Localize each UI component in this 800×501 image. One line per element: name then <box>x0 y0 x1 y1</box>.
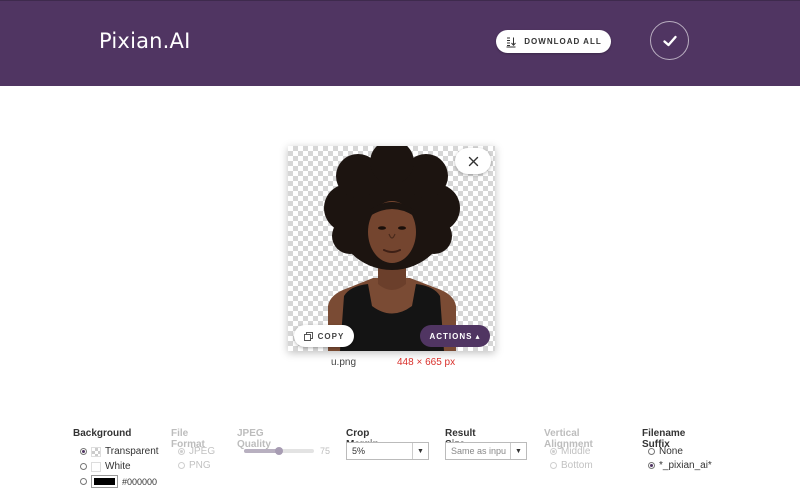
filename-suffix-option-pixian[interactable]: *_pixian_ai* <box>648 460 712 471</box>
brand-logo[interactable]: Pixian.AI <box>99 29 191 53</box>
remove-image-button[interactable] <box>455 148 491 174</box>
confirm-button[interactable] <box>650 21 689 60</box>
download-all-button[interactable]: DOWNLOAD ALL <box>496 30 611 53</box>
radio-pixian-suffix[interactable] <box>648 462 655 469</box>
file-format-option-png[interactable]: PNG <box>178 460 211 471</box>
transparent-swatch-icon <box>91 446 101 457</box>
jpeg-quality-slider[interactable] <box>244 447 314 455</box>
caret-up-icon: ▴ <box>475 331 481 341</box>
file-dimensions: 448 × 665 px <box>397 357 456 368</box>
actions-label: ACTIONS <box>429 331 473 341</box>
background-option-white[interactable]: White <box>80 461 131 472</box>
background-option-color[interactable]: #000000 <box>80 475 157 488</box>
bottom-label: Bottom <box>561 460 593 471</box>
copy-label: COPY <box>317 331 345 341</box>
radio-jpeg[interactable] <box>178 448 185 455</box>
radio-png[interactable] <box>178 462 185 469</box>
vertical-alignment-option-bottom[interactable]: Bottom <box>550 460 593 471</box>
result-size-value: Same as inpu <box>451 446 507 456</box>
radio-transparent[interactable] <box>80 448 87 455</box>
background-title: Background <box>73 428 132 439</box>
background-option-transparent[interactable]: Transparent <box>80 446 159 457</box>
image-preview-card[interactable] <box>288 146 495 351</box>
app-header: Pixian.AI DOWNLOAD ALL <box>0 0 800 86</box>
pixian-suffix-label: *_pixian_ai* <box>659 460 712 471</box>
white-label: White <box>105 461 131 472</box>
copy-icon <box>303 331 313 341</box>
color-hex-label: #000000 <box>122 476 158 487</box>
jpeg-quality-title: JPEG Quality <box>237 428 271 450</box>
radio-white[interactable] <box>80 463 87 470</box>
chevron-down-icon: ▼ <box>510 443 526 459</box>
checkmark-icon <box>662 35 677 46</box>
radio-none[interactable] <box>648 448 655 455</box>
file-format-option-jpeg[interactable]: JPEG <box>178 446 215 457</box>
radio-bottom[interactable] <box>550 462 557 469</box>
middle-label: Middle <box>561 446 591 457</box>
white-swatch-icon <box>91 461 101 472</box>
download-icon <box>506 37 517 47</box>
filename-suffix-option-none[interactable]: None <box>648 446 683 457</box>
png-label: PNG <box>189 460 211 471</box>
portrait-image <box>324 146 460 351</box>
copy-button[interactable]: COPY <box>294 325 354 347</box>
result-size-select[interactable]: Same as inpu ▼ <box>445 442 527 460</box>
none-label: None <box>659 446 683 457</box>
radio-color[interactable] <box>80 478 87 485</box>
crop-margin-select[interactable]: 5% ▼ <box>346 442 429 460</box>
close-icon <box>468 156 478 166</box>
transparent-label: Transparent <box>105 446 159 457</box>
color-picker[interactable] <box>91 475 118 488</box>
vertical-alignment-option-middle[interactable]: Middle <box>550 446 590 457</box>
slider-handle[interactable] <box>275 447 283 455</box>
file-name: u.png <box>331 357 357 368</box>
jpeg-quality-value: 75 <box>320 446 331 456</box>
chevron-down-icon: ▼ <box>412 443 428 459</box>
actions-button[interactable]: ACTIONS ▴ <box>420 325 490 347</box>
jpeg-label: JPEG <box>189 446 216 457</box>
download-all-label: DOWNLOAD ALL <box>524 37 602 46</box>
slider-fill <box>244 449 279 453</box>
radio-middle[interactable] <box>550 448 557 455</box>
crop-margin-value: 5% <box>352 446 366 456</box>
